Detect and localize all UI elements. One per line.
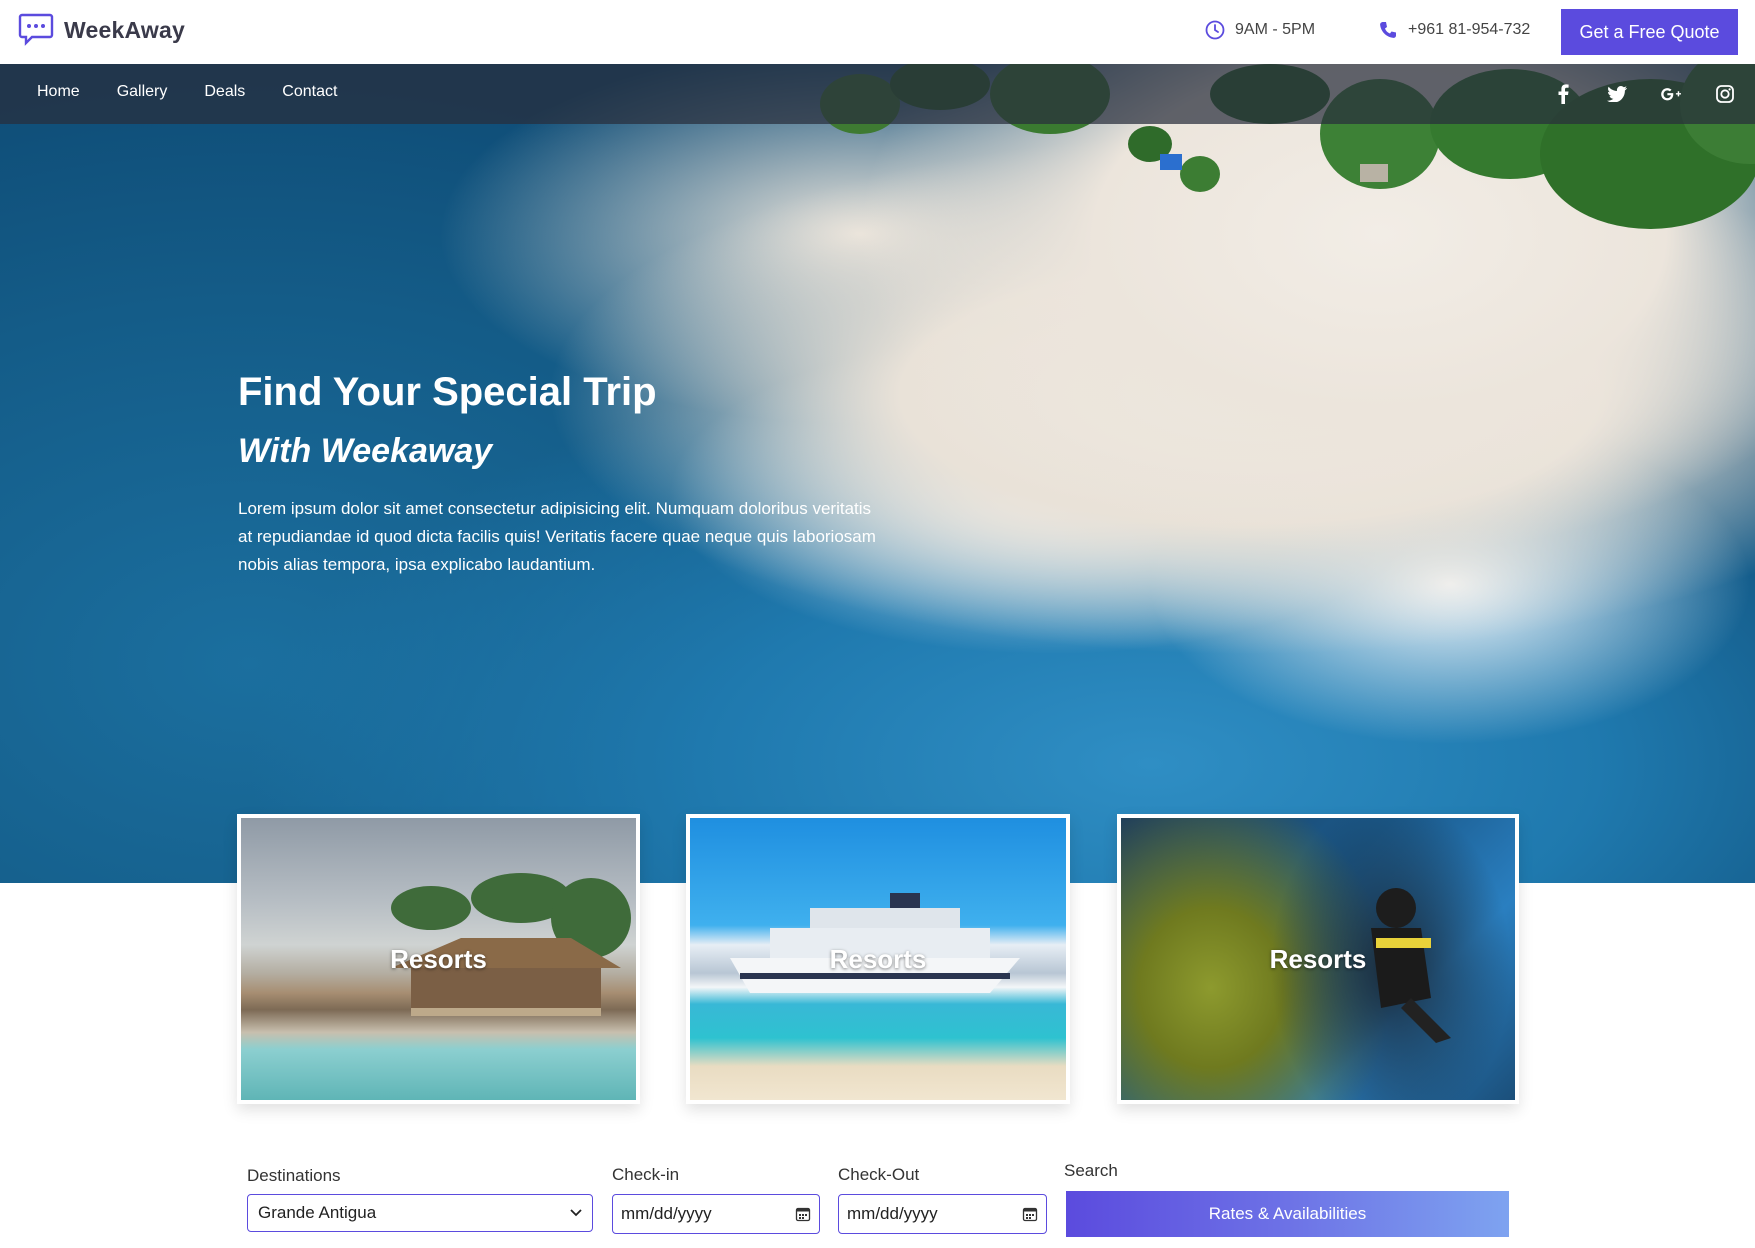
- checkin-date-input[interactable]: mm/dd/yyyy: [612, 1194, 820, 1234]
- hero-description: Lorem ipsum dolor sit amet consectetur a…: [238, 499, 876, 574]
- checkin-placeholder: mm/dd/yyyy: [621, 1204, 712, 1223]
- twitter-icon[interactable]: [1607, 84, 1627, 104]
- phone-info[interactable]: +961 81-954-732: [1378, 20, 1530, 40]
- social-links: [1553, 84, 1735, 104]
- resort-card-1[interactable]: Resorts: [237, 814, 640, 1104]
- chat-bubble-icon: [18, 13, 54, 46]
- destination-select[interactable]: Grande Antigua: [247, 1194, 593, 1232]
- resort-hut-image: Resorts: [241, 818, 636, 1100]
- hours-info: 9AM - 5PM: [1205, 20, 1315, 40]
- phone-icon: [1380, 22, 1396, 38]
- checkout-label: Check-Out: [838, 1165, 920, 1184]
- search-label: Search: [1064, 1161, 1118, 1180]
- hero-banner: [0, 64, 1755, 883]
- nav-deals[interactable]: Deals: [204, 83, 245, 101]
- checkout-date-input[interactable]: mm/dd/yyyy: [838, 1194, 1047, 1234]
- clock-icon: [1205, 20, 1225, 40]
- hero-subtitle: With Weekaway: [238, 432, 493, 470]
- calendar-icon[interactable]: [795, 1206, 811, 1222]
- main-nav: Home Gallery Deals Contact: [0, 64, 1755, 124]
- nav-gallery[interactable]: Gallery: [117, 83, 168, 101]
- card-label: Resorts: [829, 943, 927, 974]
- get-quote-button[interactable]: Get a Free Quote: [1561, 9, 1738, 55]
- facebook-icon[interactable]: [1553, 84, 1573, 104]
- google-plus-icon[interactable]: [1661, 84, 1681, 104]
- top-bar: WeekAway 9AM - 5PM +961 81-954-732 Get a…: [0, 0, 1755, 64]
- resort-card-3[interactable]: Resorts: [1117, 814, 1519, 1104]
- cruise-ship-image: Resorts: [690, 818, 1066, 1100]
- chevron-down-icon: [570, 1209, 582, 1217]
- resort-card-2[interactable]: Resorts: [686, 814, 1070, 1104]
- destinations-label: Destinations: [247, 1166, 341, 1185]
- brand-name: WeekAway: [64, 16, 185, 43]
- phone-text: +961 81-954-732: [1408, 21, 1531, 38]
- destination-value: Grande Antigua: [258, 1203, 377, 1222]
- hero-title: Find Your Special Trip: [238, 370, 657, 414]
- rates-availabilities-button[interactable]: Rates & Availabilities: [1066, 1191, 1509, 1237]
- nav-contact[interactable]: Contact: [282, 83, 337, 101]
- instagram-icon[interactable]: [1715, 84, 1735, 104]
- calendar-icon[interactable]: [1022, 1206, 1038, 1222]
- checkin-label: Check-in: [612, 1165, 680, 1184]
- card-label: Resorts: [1269, 943, 1367, 974]
- hours-text: 9AM - 5PM: [1235, 21, 1316, 38]
- card-label: Resorts: [390, 943, 487, 974]
- brand[interactable]: WeekAway: [18, 12, 185, 48]
- checkout-placeholder: mm/dd/yyyy: [847, 1204, 938, 1223]
- scuba-diver-image: Resorts: [1121, 818, 1515, 1100]
- nav-home[interactable]: Home: [37, 83, 80, 101]
- nav-links: Home Gallery Deals Contact: [37, 83, 337, 101]
